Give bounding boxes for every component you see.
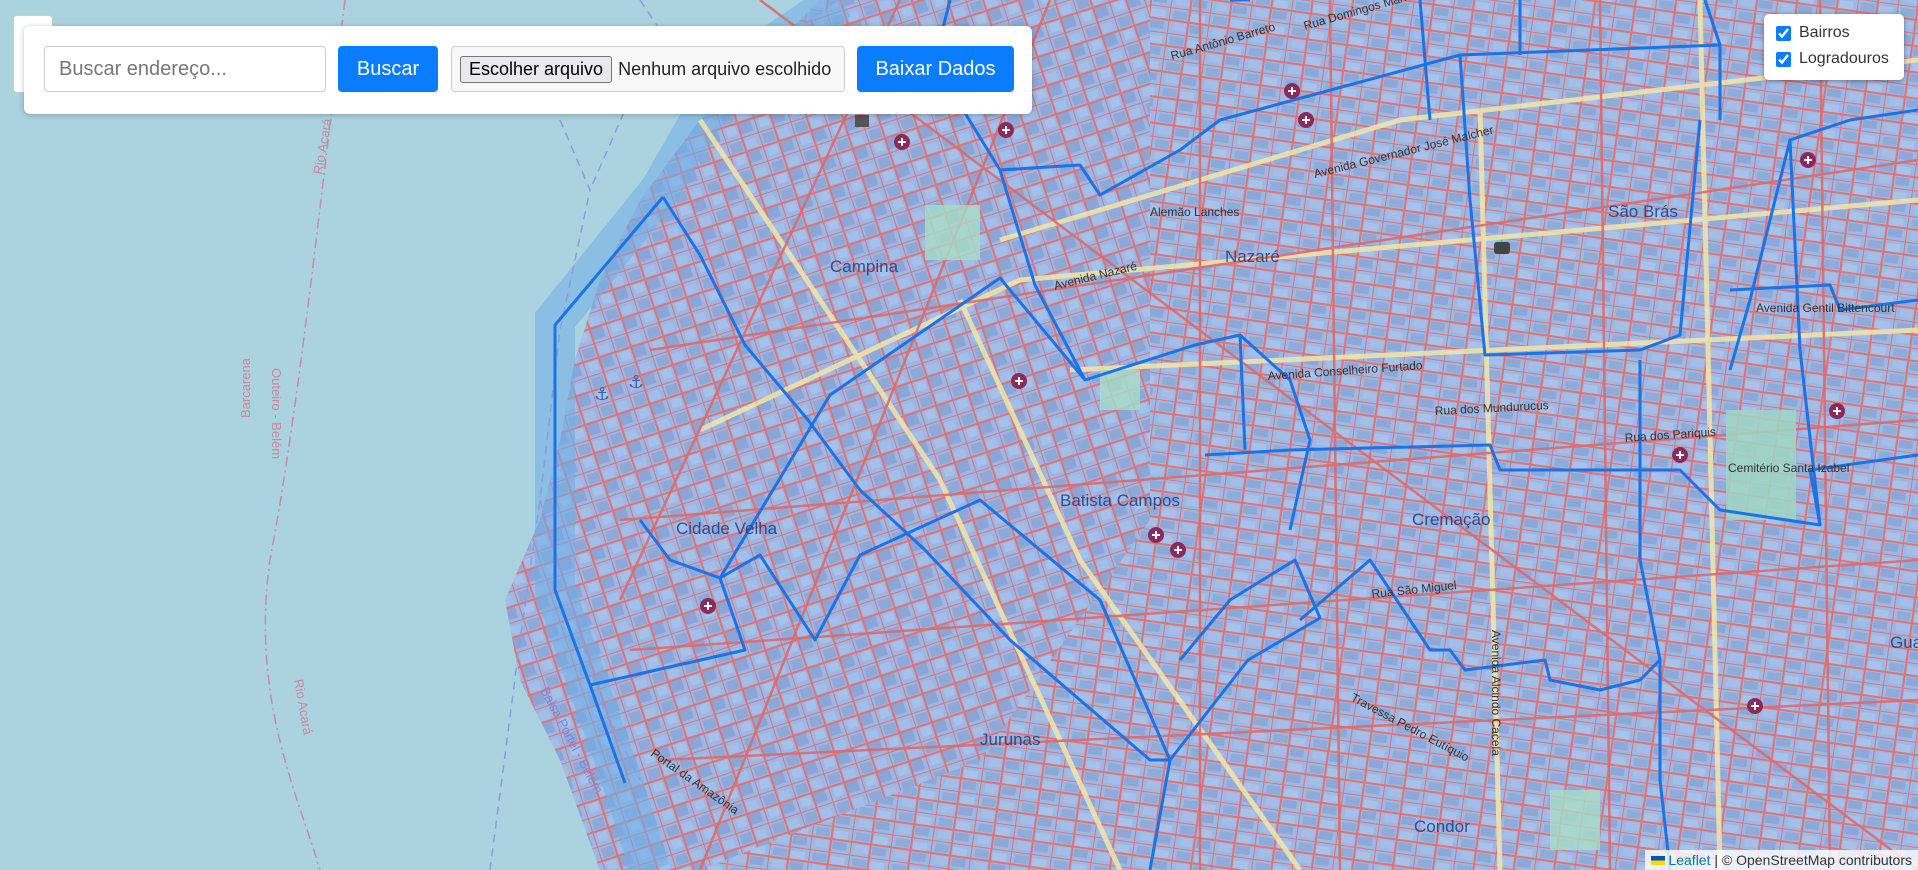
hospital-icon[interactable]	[894, 134, 910, 150]
download-data-button[interactable]: Baixar Dados	[857, 46, 1014, 92]
label-barcarena: Barcarena	[238, 357, 253, 418]
ukraine-flag-icon	[1651, 855, 1666, 865]
label-cemiterio: Cemitério Santa Izabel	[1728, 461, 1849, 475]
label-alemao: Alemão Lanches	[1150, 205, 1239, 219]
map-tiles: Campina Nazaré São Brás Cidade Velha Bat…	[0, 0, 1918, 870]
label-outeiro: Outeiro - Belém	[269, 368, 284, 459]
map-canvas[interactable]: Campina Nazaré São Brás Cidade Velha Bat…	[0, 0, 1918, 870]
choose-file-button[interactable]: Escolher arquivo	[460, 55, 613, 83]
label-campina: Campina	[830, 257, 899, 276]
layer-bairros-checkbox[interactable]	[1776, 25, 1791, 41]
hospital-icon[interactable]	[998, 122, 1014, 138]
hospital-icon[interactable]	[1829, 403, 1845, 419]
label-jurunas: Jurunas	[980, 730, 1040, 749]
hospital-icon[interactable]	[1747, 698, 1763, 714]
hospital-icon[interactable]	[700, 598, 716, 614]
search-input[interactable]	[44, 46, 326, 92]
svg-text:⚓: ⚓	[628, 372, 644, 393]
svg-text:⚓: ⚓	[594, 384, 610, 405]
anchor-icon[interactable]: ⚓	[594, 384, 610, 405]
hospital-icon[interactable]	[1011, 373, 1027, 389]
museum-icon[interactable]	[855, 115, 869, 127]
hospital-icon[interactable]	[1284, 83, 1300, 99]
layer-logradouros-label: Logradouros	[1799, 50, 1889, 67]
label-av-alcindo: Avenida Alcindo Cacela	[1489, 630, 1503, 756]
hospital-icon[interactable]	[1148, 527, 1164, 543]
leaflet-link[interactable]: Leaflet	[1668, 852, 1710, 868]
label-condor: Condor	[1414, 817, 1470, 836]
hospital-icon[interactable]	[1170, 542, 1186, 558]
search-button[interactable]: Buscar	[338, 46, 438, 92]
attribution-separator: | ©	[1710, 852, 1737, 868]
hospital-icon[interactable]	[1672, 447, 1688, 463]
file-status: Nenhum arquivo escolhido	[618, 58, 832, 79]
label-guama: Guamá	[1890, 633, 1918, 652]
layer-bairros-label: Bairros	[1799, 24, 1850, 41]
label-cremacao: Cremação	[1412, 510, 1490, 529]
label-gentil: Avenida Gentil Bittencourt	[1756, 301, 1895, 315]
layer-bairros[interactable]: Bairros	[1776, 24, 1850, 42]
layer-logradouros[interactable]: Logradouros	[1776, 50, 1889, 68]
binoculars-icon[interactable]	[1494, 242, 1510, 254]
label-batista-campos: Batista Campos	[1060, 491, 1180, 510]
anchor-icon[interactable]: ⚓	[628, 372, 644, 393]
label-nazare: Nazaré	[1225, 247, 1280, 266]
label-cidade-velha: Cidade Velha	[676, 519, 778, 538]
search-toolbar: Buscar Escolher arquivo Nenhum arquivo e…	[24, 26, 1032, 114]
osm-attribution: OpenStreetMap contributors	[1736, 852, 1912, 868]
layer-logradouros-checkbox[interactable]	[1776, 51, 1791, 67]
hospital-icon[interactable]	[1298, 112, 1314, 128]
map-attribution: Leaflet | © OpenStreetMap contributors	[1645, 850, 1918, 870]
file-input[interactable]: Escolher arquivo Nenhum arquivo escolhid…	[451, 46, 845, 92]
hospital-icon[interactable]	[1800, 152, 1816, 168]
label-sao-bras: São Brás	[1608, 202, 1678, 221]
layer-control: Bairros Logradouros	[1764, 14, 1904, 80]
